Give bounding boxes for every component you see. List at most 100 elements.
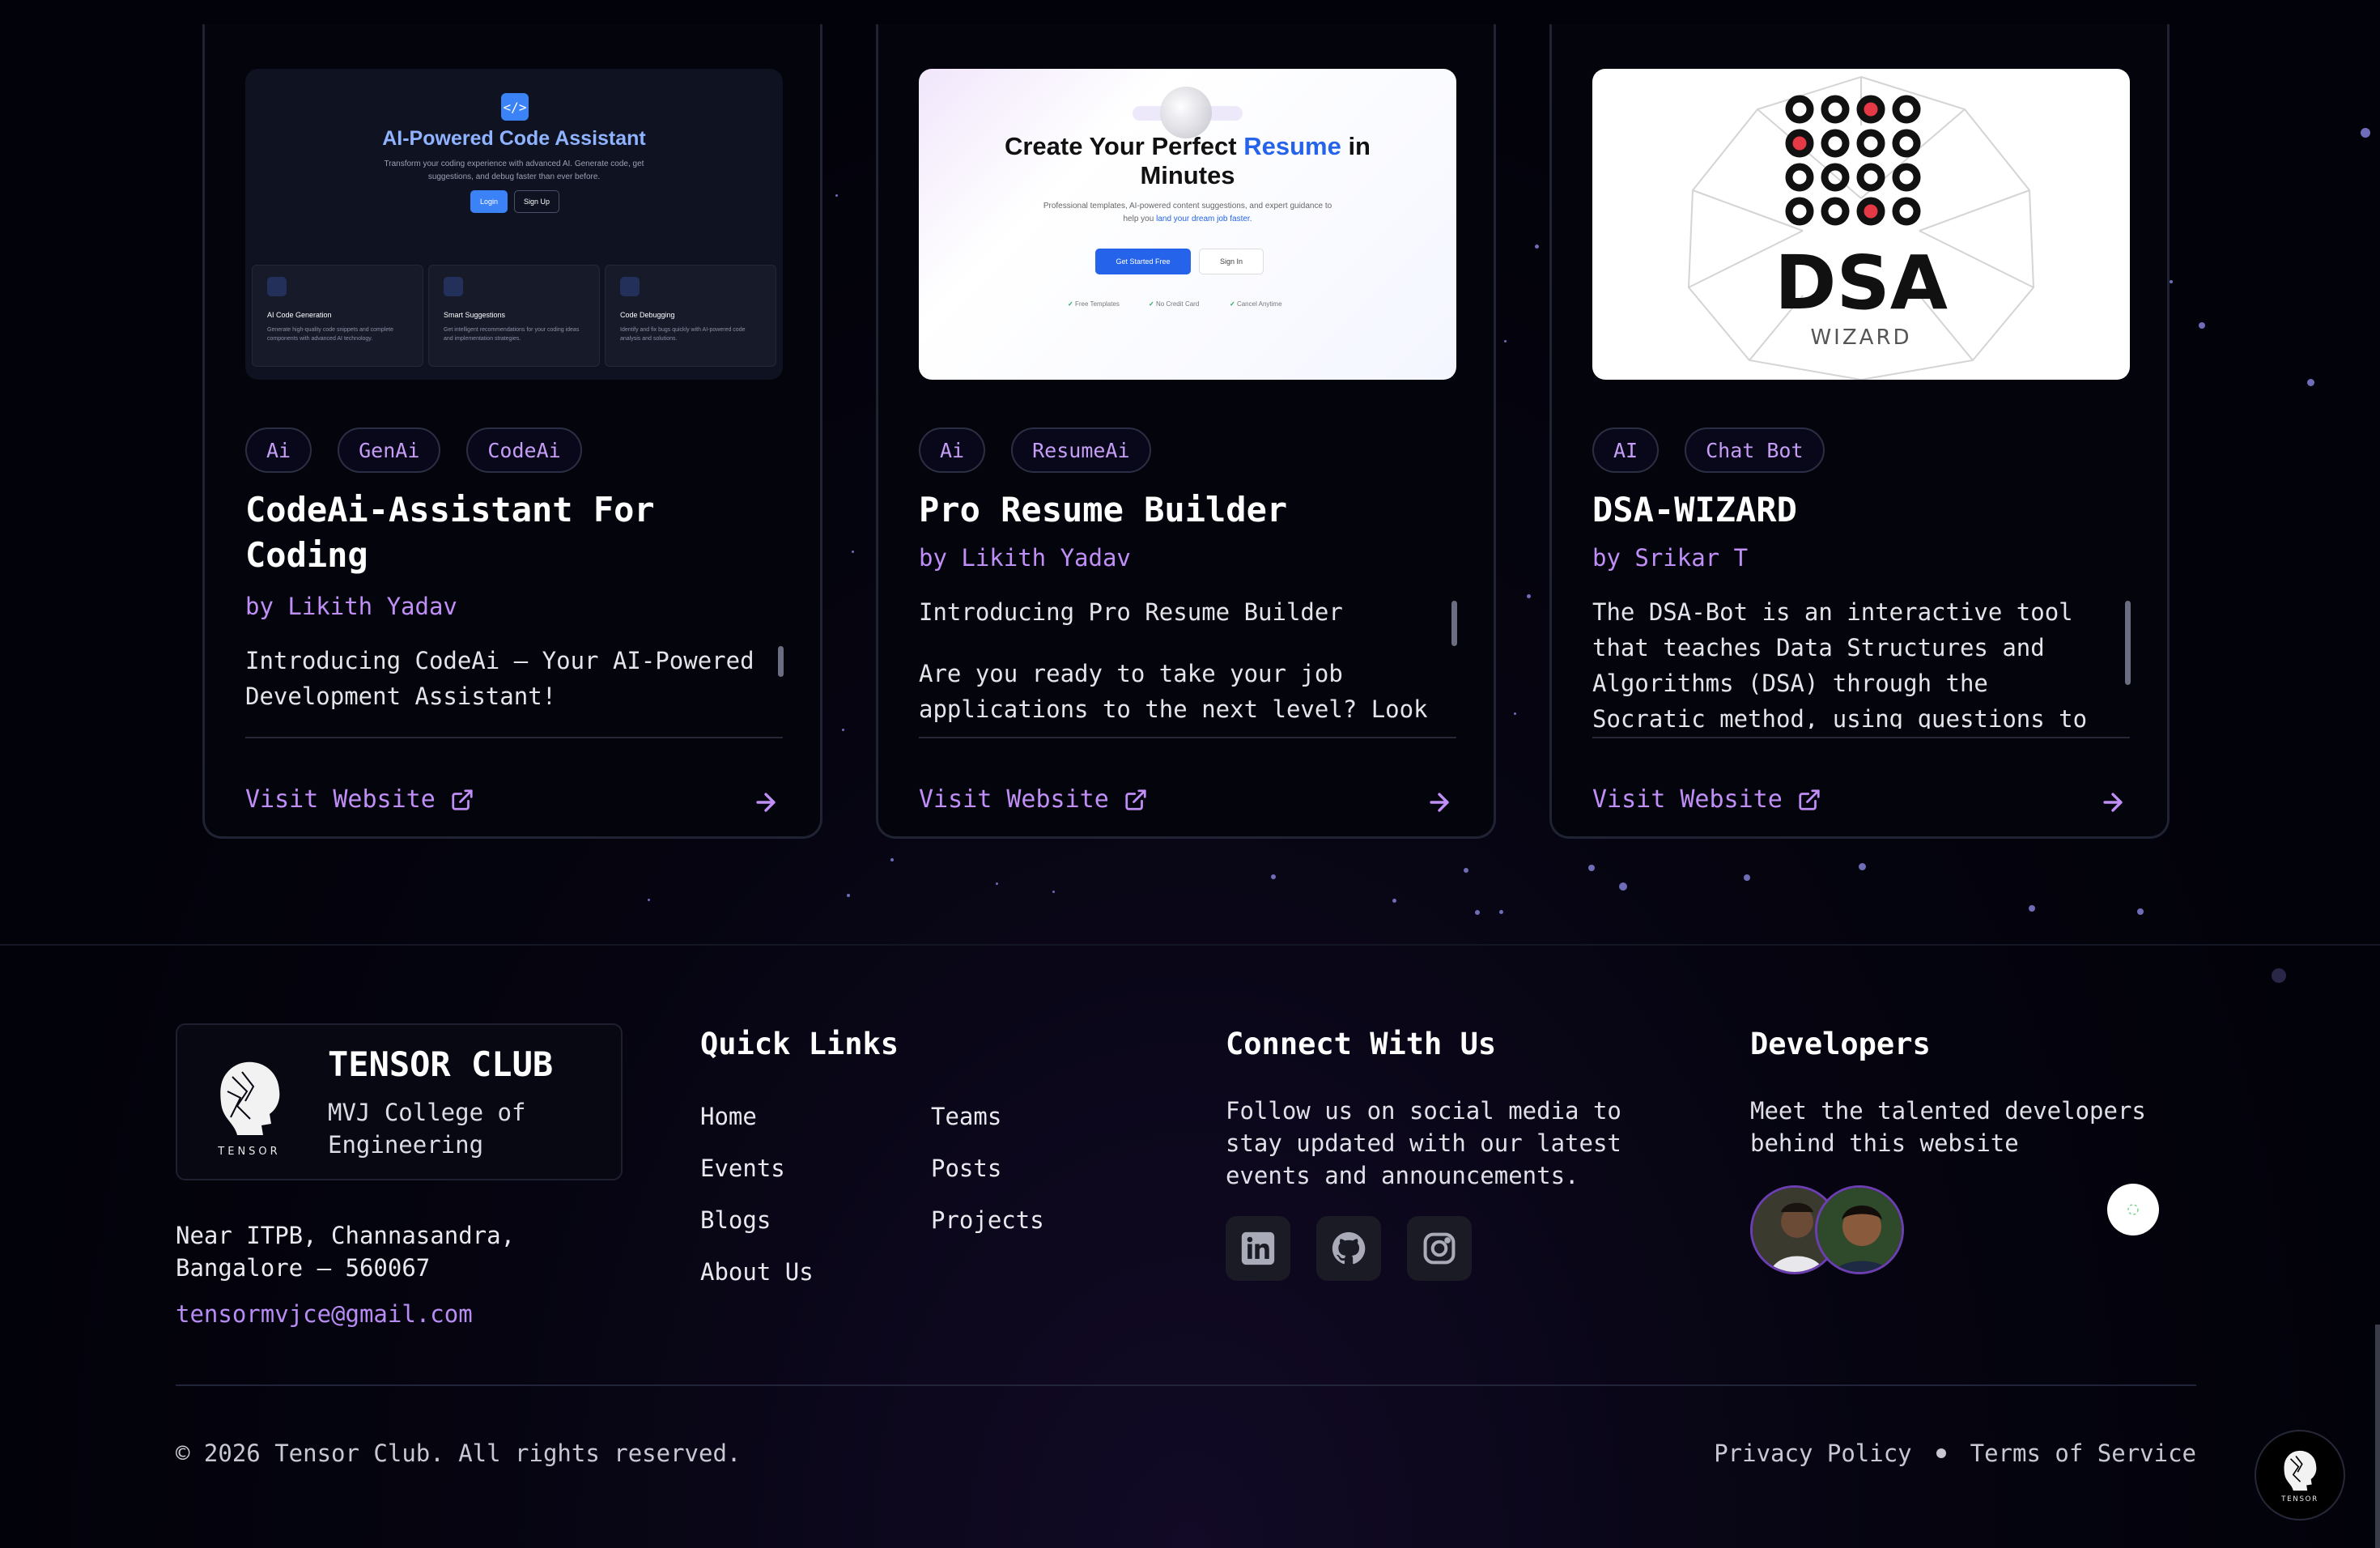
- tag: ResumeAi: [1011, 427, 1151, 473]
- logo-word: TENSOR: [217, 1146, 280, 1158]
- separator-dot: [1936, 1448, 1946, 1458]
- feature-text: Generate high-quality code snippets and …: [267, 327, 394, 342]
- project-title: Pro Resume Builder: [919, 490, 1288, 529]
- arrow-right-icon[interactable]: [2099, 789, 2127, 816]
- chatbot-button[interactable]: TENSOR: [2255, 1430, 2345, 1520]
- thumbnail-feature-card: AI Code Generation Generate high-quality…: [252, 265, 423, 367]
- divider: [919, 737, 1456, 738]
- terms-of-service-link[interactable]: Terms of Service: [1970, 1440, 2196, 1467]
- copyright-text: © 2026 Tensor Club. All rights reserved.: [176, 1440, 742, 1467]
- github-button[interactable]: [1316, 1216, 1381, 1281]
- legal-links: Privacy Policy Terms of Service: [1714, 1440, 2196, 1467]
- feature-text: Identify and fix bugs quickly with AI-po…: [620, 327, 746, 342]
- thumbnail-check: ✓ Free Templates: [1068, 300, 1120, 308]
- thumbnail-signin-button: Sign In: [1199, 249, 1264, 274]
- tag: GenAi: [338, 427, 441, 473]
- feature-icon: [620, 277, 640, 296]
- footer-brand[interactable]: TENSOR TENSOR CLUB MVJ College of Engine…: [176, 1023, 623, 1180]
- description-paragraph: Introducing Pro Resume Builder: [919, 598, 1343, 626]
- feature-icon: [267, 277, 287, 296]
- thumbnail-title: AI-Powered Code Assistant: [382, 127, 646, 150]
- developer-avatar[interactable]: [1815, 1185, 1904, 1274]
- feature-icon: [444, 277, 463, 296]
- project-description: Introducing CodeAi – Your AI-Powered Dev…: [245, 643, 763, 721]
- feature-title: Code Debugging: [620, 311, 675, 319]
- title-part: Create Your Perfect: [1004, 132, 1237, 160]
- quick-link-posts[interactable]: Posts: [931, 1155, 1001, 1182]
- footer-top-border: [0, 944, 2380, 946]
- developers-heading: Developers: [1750, 1027, 1931, 1061]
- feature-title: Smart Suggestions: [444, 311, 506, 319]
- project-description: The DSA-Bot is an interactive tool that …: [1592, 594, 2110, 729]
- arrow-right-icon[interactable]: [1426, 789, 1453, 816]
- quick-link-events[interactable]: Events: [700, 1155, 785, 1182]
- instagram-icon: [1423, 1232, 1456, 1265]
- quick-link-blogs[interactable]: Blogs: [700, 1206, 771, 1234]
- project-thumbnail[interactable]: Create Your Perfect Resume in Minutes Pr…: [919, 69, 1456, 380]
- tensor-logo-icon: TENSOR: [217, 1061, 280, 1158]
- subtitle-highlight: land your dream job faster.: [1156, 215, 1252, 223]
- divider: [1592, 737, 2130, 738]
- footer-email-link[interactable]: tensormvjce@gmail.com: [176, 1300, 473, 1328]
- college-name: MVJ College of Engineering: [328, 1099, 526, 1159]
- project-card: DSA WIZARD AI Chat Bot DSA-WIZARD by Sri…: [1549, 24, 2170, 839]
- project-title: DSA-WIZARD: [1592, 490, 1797, 529]
- visit-website-label: Visit Website: [245, 785, 436, 814]
- page: </> AI-Powered Code Assistant Transform …: [0, 0, 2380, 1548]
- quick-link-projects[interactable]: Projects: [931, 1206, 1044, 1234]
- visit-website-label: Visit Website: [1592, 785, 1783, 814]
- quick-link-teams[interactable]: Teams: [931, 1103, 1001, 1130]
- title-part: Minutes: [1140, 161, 1235, 189]
- thumbnail-feature-card: Smart Suggestions Get intelligent recomm…: [428, 265, 600, 367]
- external-link-icon: [1125, 789, 1146, 810]
- thumbnail-login-button: Login: [470, 190, 508, 213]
- description-scrollbar[interactable]: [2125, 601, 2131, 685]
- thumbnail-title: Create Your Perfect Resume in Minutes: [919, 132, 1456, 190]
- tensor-logo-icon: TENSOR: [2280, 1450, 2317, 1503]
- developer-photo: [1817, 1188, 1902, 1272]
- connect-text: Follow us on social media to stay update…: [1226, 1097, 1621, 1189]
- check-label: Free Templates: [1074, 300, 1120, 308]
- tag: Ai: [919, 427, 986, 473]
- page-scrollbar[interactable]: [2375, 1325, 2380, 1548]
- divider: [245, 737, 783, 738]
- dsa-wizard-logo: DSA WIZARD: [1687, 75, 2035, 380]
- visit-website-link[interactable]: Visit Website: [245, 785, 474, 814]
- project-card: </> AI-Powered Code Assistant Transform …: [202, 24, 822, 839]
- tag-list: Ai ResumeAi: [919, 427, 1151, 473]
- project-description: Introducing Pro Resume Builder Are you r…: [919, 594, 1437, 729]
- quick-link-about-us[interactable]: About Us: [700, 1258, 814, 1286]
- visit-website-link[interactable]: Visit Website: [919, 785, 1148, 814]
- external-link-icon: [452, 789, 473, 810]
- thumbnail-cta-button: Get Started Free: [1095, 249, 1191, 274]
- footer-divider: [176, 1384, 2196, 1386]
- project-thumbnail[interactable]: </> AI-Powered Code Assistant Transform …: [245, 69, 783, 380]
- description-paragraph: Introducing CodeAi – Your AI-Powered Dev…: [245, 647, 754, 710]
- github-icon: [1332, 1231, 1366, 1265]
- developers-text: Meet the talented developers behind this…: [1750, 1097, 2146, 1157]
- external-link-icon: [1799, 789, 1820, 810]
- thumbnail-subtitle: Professional templates, AI-powered conte…: [1040, 200, 1335, 226]
- project-title: CodeAi-Assistant For Coding: [245, 490, 655, 575]
- project-author: by Likith Yadav: [245, 593, 457, 620]
- project-thumbnail[interactable]: DSA WIZARD: [1592, 69, 2130, 380]
- thumbnail-signup-button: Sign Up: [514, 190, 559, 213]
- visit-website-label: Visit Website: [919, 785, 1109, 814]
- tag: CodeAi: [466, 427, 582, 473]
- arrow-right-icon[interactable]: [752, 789, 780, 816]
- description-scrollbar[interactable]: [778, 646, 784, 677]
- description-paragraph: The DSA-Bot is an interactive tool that …: [1592, 598, 2088, 729]
- instagram-button[interactable]: [1407, 1216, 1472, 1281]
- project-card: Create Your Perfect Resume in Minutes Pr…: [876, 24, 1496, 839]
- quick-link-home[interactable]: Home: [700, 1103, 757, 1130]
- privacy-policy-link[interactable]: Privacy Policy: [1714, 1440, 1911, 1467]
- title-highlight: Resume: [1243, 132, 1341, 160]
- club-name: TENSOR CLUB: [328, 1044, 554, 1084]
- feature-text: Get intelligent recommendations for your…: [444, 327, 580, 342]
- logo-subtext: WIZARD: [1810, 325, 1911, 350]
- linkedin-button[interactable]: [1226, 1216, 1290, 1281]
- visit-website-link[interactable]: Visit Website: [1592, 785, 1821, 814]
- code-icon: </>: [501, 93, 529, 121]
- description-scrollbar[interactable]: [1451, 601, 1457, 646]
- thumbnail-feature-card: Code Debugging Identify and fix bugs qui…: [605, 265, 776, 367]
